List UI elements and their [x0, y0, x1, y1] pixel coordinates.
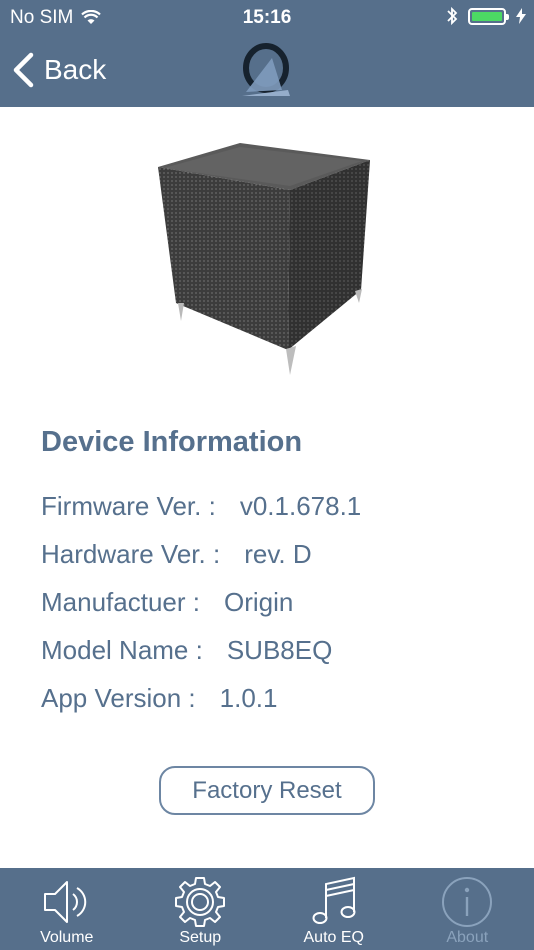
chevron-left-icon — [13, 52, 34, 88]
bluetooth-icon — [447, 6, 458, 26]
speaker-icon — [43, 881, 86, 923]
info-value: SUB8EQ — [226, 635, 333, 665]
device-info-title: Device Information — [41, 426, 303, 458]
info-label: Model Name : — [41, 635, 203, 665]
info-row-firmware: Firmware Ver. : v0.1.678.1 — [41, 482, 361, 530]
gear-icon — [175, 877, 226, 927]
status-right — [446, 6, 526, 26]
info-icon — [442, 877, 493, 927]
info-label: Manufactuer : — [41, 587, 200, 617]
factory-reset-button[interactable]: Factory Reset — [159, 766, 375, 815]
music-note-icon — [312, 876, 356, 924]
tab-label: Volume — [40, 929, 94, 946]
battery-level — [472, 11, 502, 21]
header: No SIM 15:16 Back — [0, 0, 534, 107]
info-label: Firmware Ver. : — [41, 491, 216, 521]
tab-auto-eq[interactable]: Auto EQ — [267, 868, 401, 950]
battery-icon — [468, 7, 509, 25]
tab-label: Setup — [179, 929, 222, 946]
status-bar: No SIM 15:16 — [0, 0, 534, 36]
info-value: v0.1.678.1 — [239, 491, 362, 521]
tab-label: About — [446, 929, 489, 946]
info-label: Hardware Ver. : — [41, 539, 221, 569]
tab-about[interactable]: About — [401, 868, 534, 950]
subwoofer-image — [158, 143, 370, 375]
info-value: Origin — [223, 587, 294, 617]
info-value: rev. D — [244, 539, 312, 569]
info-row-app-version: App Version : 1.0.1 — [41, 674, 361, 722]
back-button[interactable]: Back — [12, 50, 106, 90]
info-label: App Version : — [41, 683, 196, 713]
info-row-model: Model Name : SUB8EQ — [41, 626, 361, 674]
info-row-hardware: Hardware Ver. : rev. D — [41, 530, 361, 578]
brand-logo — [242, 43, 290, 96]
tab-volume[interactable]: Volume — [0, 868, 134, 950]
device-info-section: Device Information Firmware Ver. : v0.1.… — [41, 422, 361, 722]
charging-bolt-icon — [516, 8, 526, 24]
info-value: 1.0.1 — [219, 683, 278, 713]
back-label: Back — [44, 54, 107, 85]
device-info-rows: Firmware Ver. : v0.1.678.1 Hardware Ver.… — [41, 482, 361, 722]
tab-setup[interactable]: Setup — [134, 868, 268, 950]
info-row-manufacturer: Manufactuer : Origin — [41, 578, 361, 626]
tab-bar: Volume Setup Auto EQ About — [0, 868, 534, 950]
tab-label: Auto EQ — [303, 929, 364, 946]
